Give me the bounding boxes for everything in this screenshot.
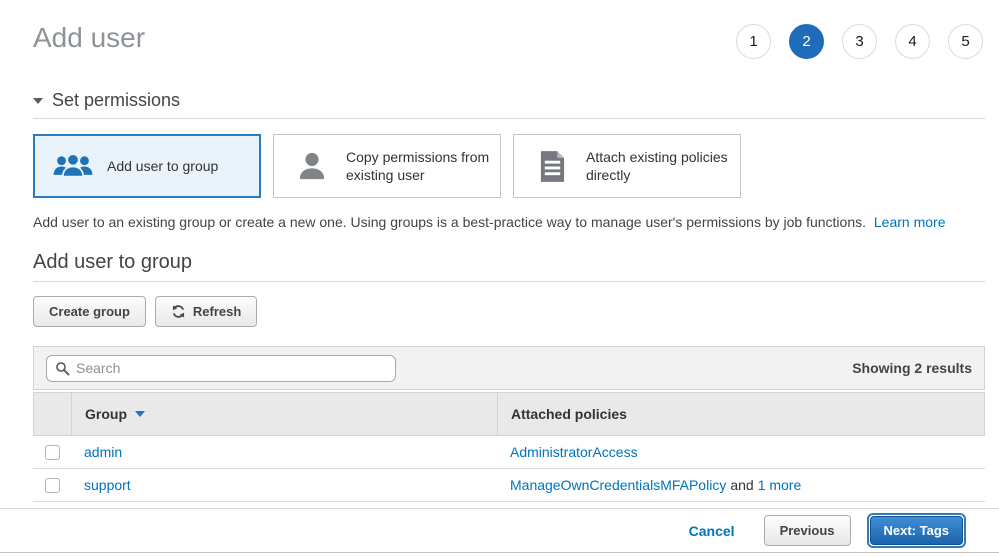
subsection-divider [33,281,985,282]
table-toolbar: Showing 2 results [33,346,985,390]
search-input[interactable] [76,360,387,376]
set-permissions-title: Set permissions [52,90,180,111]
row-checkbox[interactable] [45,445,60,460]
document-icon [528,150,576,183]
conjunction-text: and [730,477,753,493]
wizard-footer: Cancel Previous Next: Tags [0,508,999,553]
learn-more-link[interactable]: Learn more [874,214,946,230]
header-checkbox-cell [34,393,72,435]
previous-button[interactable]: Previous [764,515,851,546]
policy-link[interactable]: AdministratorAccess [510,444,638,460]
option-label: Add user to group [107,157,218,175]
table-header-row: Group Attached policies [33,392,985,436]
refresh-label: Refresh [193,304,241,319]
table-row-admin: admin AdministratorAccess [33,436,985,469]
group-column-label: Group [85,406,127,422]
option-attach-policies[interactable]: Attach existing policies directly [513,134,741,198]
group-link[interactable]: support [84,477,131,493]
section-divider [33,118,985,119]
policies-column-label: Attached policies [511,406,627,422]
option-copy-permissions[interactable]: Copy permissions from existing user [273,134,501,198]
option-label: Copy permissions from existing user [346,148,490,184]
step-2-current[interactable]: 2 [789,24,824,59]
add-user-to-group-title: Add user to group [33,251,985,274]
step-indicator: 1 2 3 4 5 [736,24,983,59]
collapse-caret-icon [33,98,43,104]
create-group-button[interactable]: Create group [33,296,146,327]
results-summary: Showing 2 results [852,360,972,376]
single-user-icon [288,150,336,182]
group-description: Add user to an existing group or create … [33,214,985,230]
option-add-user-to-group[interactable]: Add user to group [33,134,261,198]
policy-link[interactable]: ManageOwnCredentialsMFAPolicy [510,477,726,493]
add-user-wizard: Add user 1 2 3 4 5 Set permissions [0,0,999,557]
step-1[interactable]: 1 [736,24,771,59]
search-icon [55,361,70,376]
next-button-focus-ring: Next: Tags [867,513,967,548]
table-row-support: support ManageOwnCredentialsMFAPolicy an… [33,469,985,502]
step-4[interactable]: 4 [895,24,930,59]
sort-descending-icon[interactable] [135,411,145,417]
description-text: Add user to an existing group or create … [33,214,866,230]
column-header-attached-policies: Attached policies [498,393,984,435]
groups-table: Showing 2 results Group Attached policie… [33,346,985,502]
refresh-button[interactable]: Refresh [155,296,257,327]
step-3[interactable]: 3 [842,24,877,59]
set-permissions-section-header[interactable]: Set permissions [33,90,985,111]
next-tags-button[interactable]: Next: Tags [870,516,964,545]
group-link[interactable]: admin [84,444,122,460]
group-actions: Create group Refresh [33,296,999,327]
option-label: Attach existing policies directly [586,148,730,184]
step-5[interactable]: 5 [948,24,983,59]
column-header-group[interactable]: Group [72,393,498,435]
row-checkbox[interactable] [45,478,60,493]
users-group-icon [49,151,97,181]
permission-options: Add user to group Copy permissions from … [33,134,985,198]
search-box[interactable] [46,355,396,382]
cancel-link[interactable]: Cancel [689,523,735,539]
refresh-icon [171,304,186,319]
more-policies-link[interactable]: 1 more [758,477,802,493]
